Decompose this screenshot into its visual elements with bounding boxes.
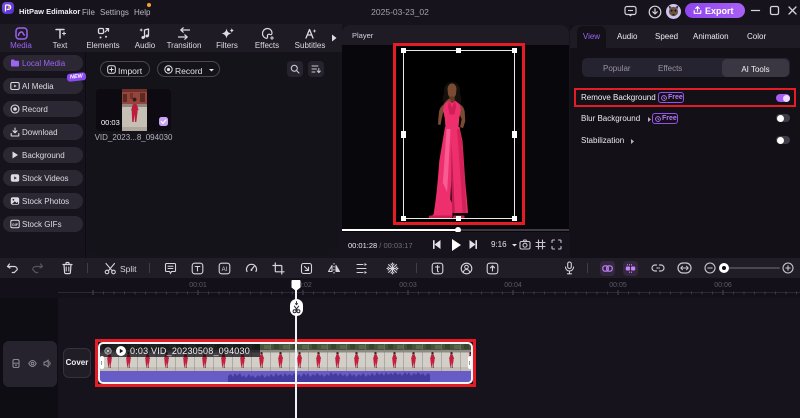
svg-text:GIF: GIF xyxy=(12,223,19,227)
svg-text:00:04: 00:04 xyxy=(504,282,522,289)
svg-text:00:06: 00:06 xyxy=(714,282,732,289)
svg-text:00:05: 00:05 xyxy=(609,282,627,289)
svg-text:00:03: 00:03 xyxy=(399,282,417,289)
svg-text:AI: AI xyxy=(222,267,228,273)
svg-text:00:01: 00:01 xyxy=(189,282,207,289)
